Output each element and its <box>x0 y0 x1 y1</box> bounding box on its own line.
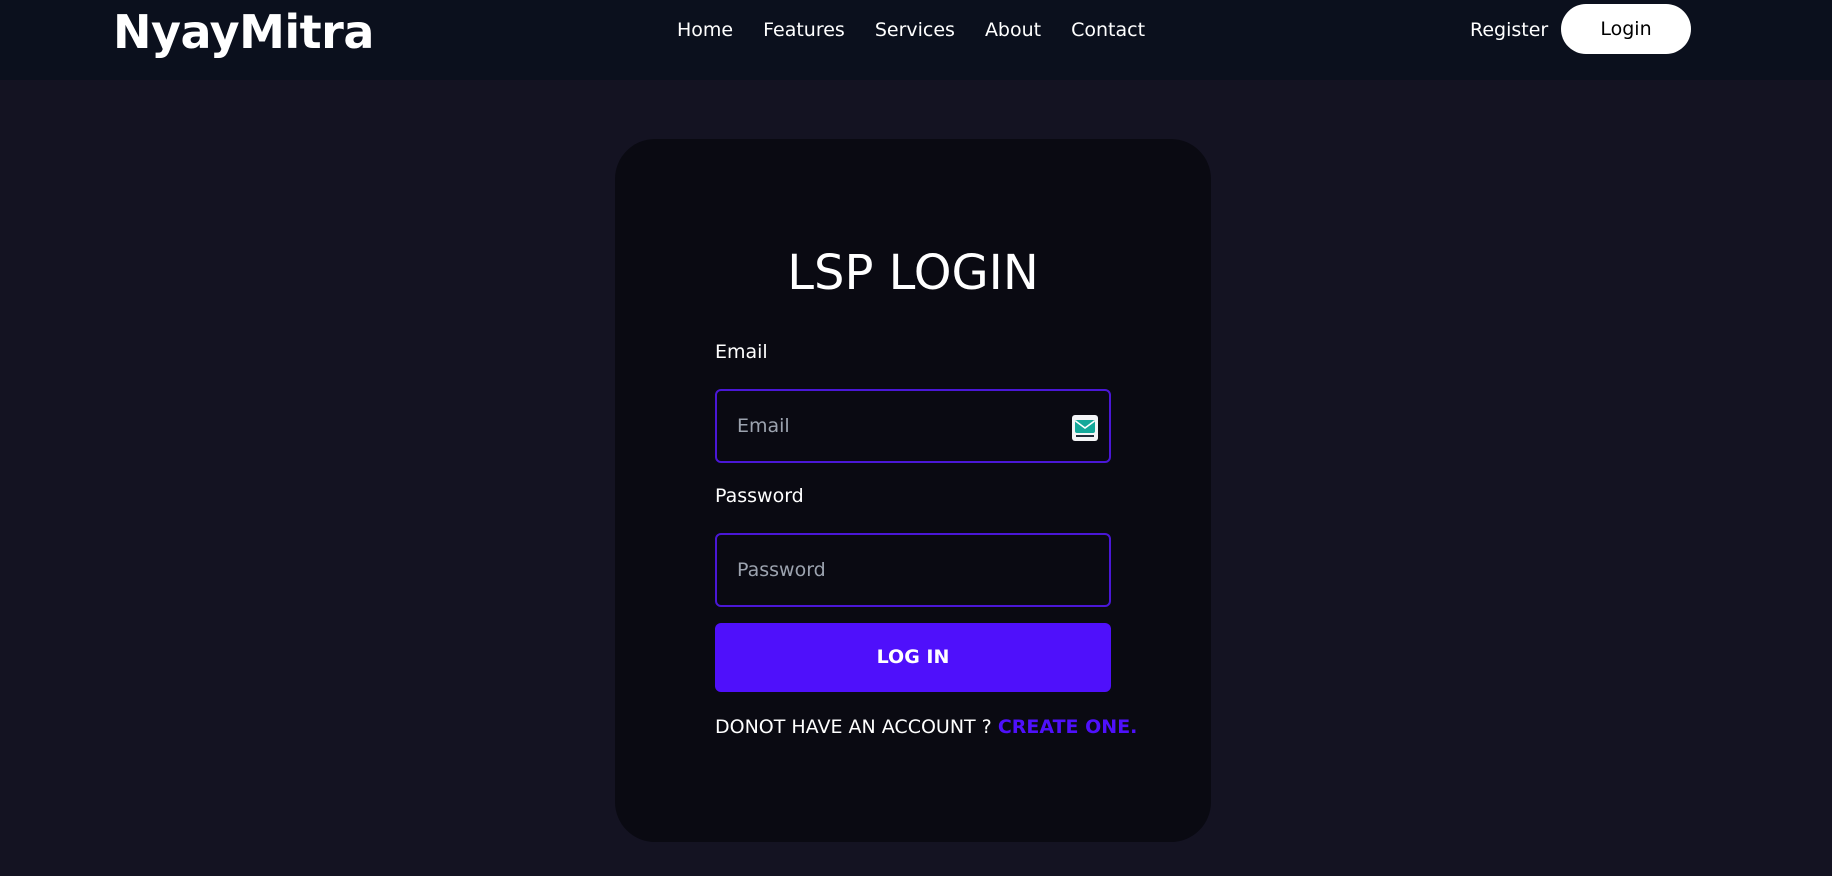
signup-line: DONOT HAVE AN ACCOUNT ? CREATE ONE. <box>715 714 1137 740</box>
page-title: LSP LOGIN <box>787 245 1039 301</box>
nav-link-about[interactable]: About <box>985 14 1041 46</box>
mail-icon <box>1072 415 1098 441</box>
email-label: Email <box>715 341 768 363</box>
login-card: LSP LOGIN Email Password LOG IN DONOT HA… <box>615 139 1211 842</box>
nav-link-home[interactable]: Home <box>677 14 733 46</box>
email-field[interactable] <box>717 391 1109 461</box>
nav-links: Home Features Services About Contact <box>677 14 1145 46</box>
nav-link-contact[interactable]: Contact <box>1071 14 1145 46</box>
password-field-wrapper <box>715 533 1111 607</box>
register-link[interactable]: Register <box>1470 14 1548 46</box>
signup-prompt: DONOT HAVE AN ACCOUNT ? <box>715 716 992 738</box>
create-account-link[interactable]: CREATE ONE. <box>998 716 1138 738</box>
nav-login-button[interactable]: Login <box>1561 4 1691 54</box>
password-field[interactable] <box>717 535 1109 605</box>
nav-link-services[interactable]: Services <box>875 14 955 46</box>
brand-logo[interactable]: NyayMitra <box>113 4 374 60</box>
password-label: Password <box>715 485 804 507</box>
nav-link-features[interactable]: Features <box>763 14 845 46</box>
navbar: NyayMitra Home Features Services About C… <box>0 0 1832 80</box>
login-submit-button[interactable]: LOG IN <box>715 623 1111 692</box>
email-field-wrapper <box>715 389 1111 463</box>
